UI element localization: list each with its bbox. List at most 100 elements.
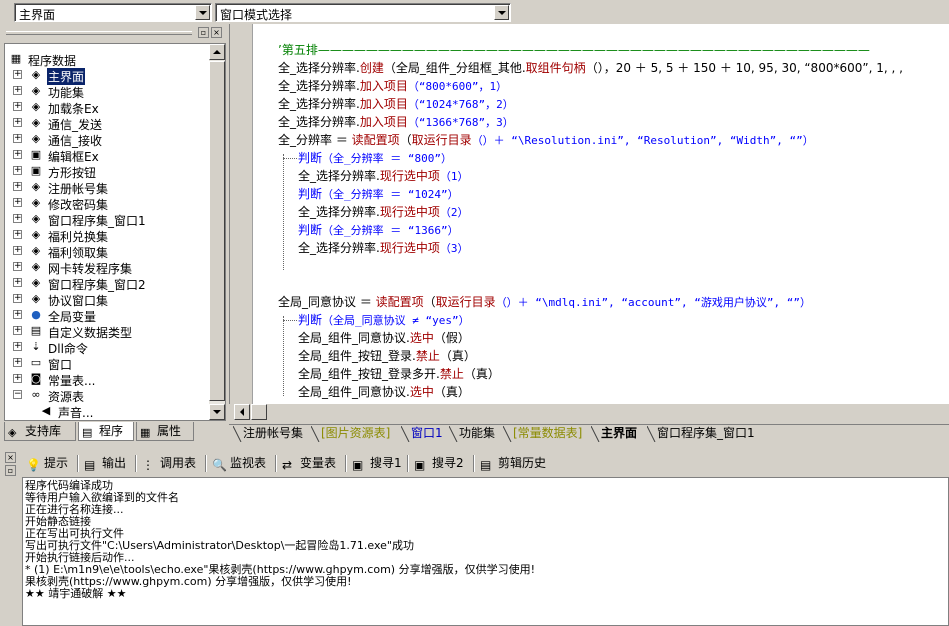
- expand-icon[interactable]: +: [13, 198, 22, 207]
- panel-grip[interactable]: [6, 31, 192, 35]
- output-tab[interactable]: ⋮ 调用表: [140, 454, 196, 474]
- code-line[interactable]: 全_选择分辨率.现行选中项（3）: [298, 239, 468, 256]
- editor-tab[interactable]: 窗口程序集_窗口1: [657, 425, 755, 443]
- tree-item[interactable]: + ▣ 方形按钮: [5, 163, 209, 180]
- tree-item[interactable]: + ▣ 编辑框Ex: [5, 147, 209, 164]
- tree-root[interactable]: ▦ 程序数据: [5, 51, 209, 68]
- output-tab[interactable]: ▤ 输出: [82, 454, 126, 474]
- tree-item[interactable]: + ◈ 窗口程序集_窗口2: [5, 275, 209, 292]
- code-line[interactable]: 全_选择分辨率.加入项目（“1366*768”，3）: [278, 113, 514, 130]
- expand-icon[interactable]: +: [13, 310, 22, 319]
- output-tab[interactable]: ⇄ 变量表: [280, 454, 336, 474]
- expand-icon[interactable]: +: [13, 70, 22, 79]
- expand-icon[interactable]: +: [13, 118, 22, 127]
- tree-item[interactable]: + ● 全局变量: [5, 307, 209, 324]
- program-tree[interactable]: ▦ 程序数据 + ◈ 主界面 + ◈ 功能集 + ◈ 加载条Ex + ◈ 通信_发送 + ◈ 通信_接收 + ▣ 编辑…: [4, 43, 226, 421]
- tree-item[interactable]: + ◈ 窗口程序集_窗口1: [5, 211, 209, 228]
- tree-item[interactable]: + ◈ 协议窗口集: [5, 291, 209, 308]
- tree-item[interactable]: + ◈ 通信_发送: [5, 115, 209, 132]
- code-line[interactable]: 全_选择分辨率.加入项目（“1024*768”，2）: [278, 95, 514, 112]
- panel-tab[interactable]: ▦ 属性: [136, 422, 194, 441]
- tree-item[interactable]: − ∞ 资源表: [5, 387, 209, 404]
- expand-icon[interactable]: +: [13, 102, 22, 111]
- expand-icon[interactable]: +: [13, 246, 22, 255]
- expand-icon[interactable]: +: [13, 278, 22, 287]
- code-line[interactable]: 全局_同意协议 ＝ 读配置项（取运行目录（）＋ “\mdlq.ini”, “ac…: [278, 293, 811, 310]
- code-line[interactable]: 全_选择分辨率.加入项目（“800*600”，1）: [278, 77, 507, 94]
- code-line-if[interactable]: 判断（全_分辨率 ＝ “1024”）: [298, 185, 459, 202]
- scroll-thumb[interactable]: [209, 61, 225, 401]
- expand-icon[interactable]: +: [13, 134, 22, 143]
- code-line-if[interactable]: 判断（全_分辨率 ＝ “800”）: [298, 149, 452, 166]
- expand-icon[interactable]: +: [13, 214, 22, 223]
- code-line[interactable]: 全局_组件_同意协议.选中（真）: [298, 383, 470, 400]
- output-tab[interactable]: ▣ 搜寻1: [350, 454, 402, 474]
- code-line[interactable]: 全局_组件_同意协议.选中（假）: [298, 329, 470, 346]
- expand-icon[interactable]: +: [13, 262, 22, 271]
- search1-icon: ▣: [352, 458, 364, 472]
- panel-tab[interactable]: ◈ 支持库: [4, 422, 76, 441]
- code-line[interactable]: 全局_组件_按钮_登录.禁止（真）: [298, 347, 476, 364]
- code-line[interactable]: 全_选择分辨率.创建（全局_组件_分组框_其他.取组件句柄（），20 ＋ 5, …: [278, 59, 903, 76]
- output-tab[interactable]: ▣ 搜寻2: [412, 454, 464, 474]
- code-line[interactable]: 全_选择分辨率.现行选中项（1）: [298, 167, 468, 184]
- tree-item[interactable]: + ◈ 网卡转发程序集: [5, 259, 209, 276]
- tree-item[interactable]: + ◈ 福利领取集: [5, 243, 209, 260]
- editor-tab[interactable]: 功能集: [459, 425, 495, 443]
- scroll-left-icon[interactable]: [234, 404, 250, 420]
- tree-item[interactable]: + ◈ 主界面: [5, 67, 209, 85]
- expand-icon[interactable]: +: [13, 230, 22, 239]
- expand-icon[interactable]: +: [13, 182, 22, 191]
- tree-item[interactable]: + ◈ 修改密码集: [5, 195, 209, 212]
- tree-item[interactable]: + ◈ 通信_接收: [5, 131, 209, 148]
- editor-horizontal-scrollbar[interactable]: [229, 404, 949, 420]
- tree-item[interactable]: + ◈ 加载条Ex: [5, 99, 209, 116]
- code-line[interactable]: 全_选择分辨率.现行选中项（2）: [298, 203, 468, 220]
- method-combo-dropdown-icon[interactable]: [494, 5, 509, 20]
- panel-close-icon[interactable]: ×: [211, 27, 222, 38]
- scroll-thumb[interactable]: [251, 404, 267, 420]
- scroll-up-icon[interactable]: [209, 44, 225, 60]
- object-combo[interactable]: 主界面: [14, 3, 212, 22]
- expand-icon[interactable]: +: [13, 86, 22, 95]
- output-tab[interactable]: 💡 提示: [24, 454, 68, 474]
- tree-item[interactable]: + ▤ 自定义数据类型: [5, 323, 209, 340]
- tree-item[interactable]: + ▭ 窗口: [5, 355, 209, 372]
- editor-tab[interactable]: [常量数据表]: [513, 425, 582, 443]
- scroll-down-icon[interactable]: [209, 404, 225, 420]
- code-line-if[interactable]: 判断（全_分辨率 ＝ “1366”）: [298, 221, 459, 238]
- method-combo[interactable]: 窗口模式选择: [215, 3, 511, 22]
- tree-item[interactable]: + ⇣ Dll命令: [5, 339, 209, 356]
- code-line-comment[interactable]: ’第五排————————————————————————————————————…: [278, 41, 870, 58]
- code-line[interactable]: 全局_组件_按钮_登录多开.禁止（真）: [298, 365, 500, 382]
- expand-icon[interactable]: +: [13, 374, 22, 383]
- collapse-icon[interactable]: −: [13, 390, 22, 399]
- project-panel-header: ▫ ×: [4, 26, 226, 40]
- code-line-if[interactable]: 判断（全局_同意协议 ≠ “yes”）: [298, 311, 470, 328]
- layers-icon: ◈: [31, 212, 41, 225]
- code-editor[interactable]: ’第五排————————————————————————————————————…: [229, 24, 949, 419]
- tree-item[interactable]: + ◈ 注册帐号集: [5, 179, 209, 196]
- panel-pin-icon[interactable]: ▫: [198, 27, 209, 38]
- editor-tab[interactable]: 主界面: [601, 425, 637, 443]
- tree-item[interactable]: + ◈ 福利兑换集: [5, 227, 209, 244]
- panel-tab[interactable]: ▤ 程序: [78, 422, 134, 441]
- output-tab[interactable]: ▤ 剪辑历史: [478, 454, 546, 474]
- editor-tab[interactable]: [图片资源表]: [321, 425, 390, 443]
- tree-vertical-scrollbar[interactable]: [209, 44, 225, 420]
- output-panel[interactable]: 程序代码编译成功 等待用户输入欲编译到的文件名 正在进行名称连接... 开始静态链接正…: [22, 477, 949, 626]
- tree-item[interactable]: + ◈ 功能集: [5, 83, 209, 100]
- expand-icon[interactable]: +: [13, 166, 22, 175]
- tree-item[interactable]: + ◙ 常量表...: [5, 371, 209, 388]
- tree-item[interactable]: ◀ 声音...: [5, 403, 209, 420]
- expand-icon[interactable]: +: [13, 294, 22, 303]
- expand-icon[interactable]: +: [13, 150, 22, 159]
- expand-icon[interactable]: +: [13, 358, 22, 367]
- editor-tab[interactable]: 窗口1: [411, 425, 443, 443]
- editor-tab[interactable]: 注册帐号集: [243, 425, 303, 443]
- object-combo-dropdown-icon[interactable]: [195, 5, 210, 20]
- code-line[interactable]: 全_分辨率 ＝ 读配置项（取运行目录（）＋ “\Resolution.ini”,…: [278, 131, 814, 148]
- output-tab[interactable]: 🔍 监视表: [210, 454, 266, 474]
- expand-icon[interactable]: +: [13, 342, 22, 351]
- expand-icon[interactable]: +: [13, 326, 22, 335]
